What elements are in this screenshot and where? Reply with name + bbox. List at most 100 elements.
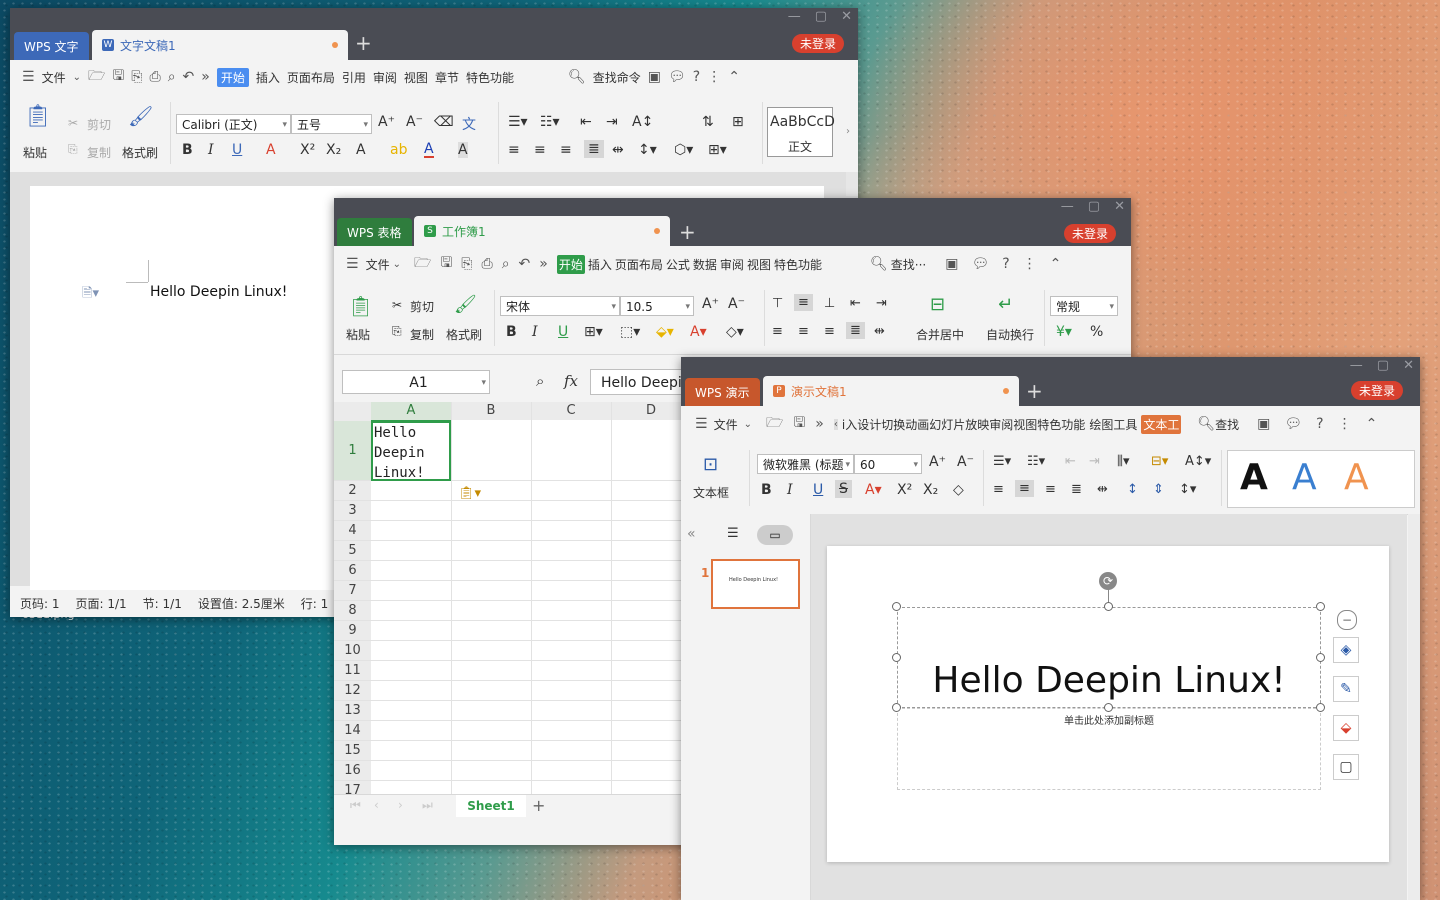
font-size-select[interactable]: 五号 [291, 114, 372, 135]
italic-icon[interactable]: I [208, 142, 214, 158]
close-icon[interactable]: ✕ [1114, 198, 1125, 216]
superscript-icon[interactable]: X² [897, 482, 912, 498]
align-bottom-icon[interactable]: ⊥ [824, 296, 835, 311]
resize-handle[interactable] [1104, 703, 1113, 712]
row-header[interactable]: 4 [334, 521, 371, 541]
close-icon[interactable]: ✕ [841, 8, 852, 26]
italic-icon[interactable]: I [787, 482, 793, 498]
open-icon[interactable]: 🗁 [414, 252, 431, 276]
italic-icon[interactable]: I [532, 324, 538, 340]
sheet-nav-last-icon[interactable]: ⏭ [422, 798, 433, 813]
align-right-icon[interactable]: ≡ [560, 142, 572, 158]
file-menu[interactable]: 文件 [42, 69, 66, 86]
scroll-left-icon[interactable]: ‹ [833, 418, 838, 430]
paste-icon[interactable]: 📋︎ [348, 294, 373, 318]
help-icon[interactable]: ? [693, 69, 700, 85]
font-color-icon[interactable]: A▾ [865, 482, 882, 498]
export-icon[interactable]: ⎘ [461, 256, 472, 272]
open-icon[interactable]: 🗁 [88, 65, 105, 89]
para-spacing-icon[interactable]: ⇕ [1153, 482, 1164, 497]
grow-font-icon[interactable]: A⁺ [929, 454, 946, 470]
wordart-gallery[interactable]: A A A [1227, 450, 1415, 508]
rotate-icon[interactable]: ⟳ [1099, 572, 1117, 590]
chevron-down-icon[interactable]: ⌄ [393, 259, 401, 270]
read-mode-icon[interactable]: ▣ [1257, 416, 1270, 432]
row-header[interactable]: 17 [334, 781, 371, 794]
indent-icon[interactable]: ⇥ [606, 114, 618, 130]
clear-icon[interactable]: ◇▾ [726, 324, 744, 340]
char-shading-icon[interactable]: A [458, 142, 468, 158]
distribute-icon[interactable]: ⇹ [1097, 482, 1108, 497]
save-icon[interactable]: 🖫 [112, 65, 124, 89]
wordart-style-black[interactable]: A [1240, 457, 1268, 498]
line-spacing-icon[interactable]: ↕▾ [638, 142, 657, 158]
wordart-style-blue[interactable]: A [1292, 457, 1317, 498]
open-icon[interactable]: 🗁 [766, 412, 783, 436]
show-marks-icon[interactable]: ⊞ [732, 114, 744, 130]
add-sheet-button[interactable]: + [532, 796, 545, 815]
column-header-c[interactable]: C [531, 402, 611, 420]
collapse-panel-icon[interactable]: « [687, 526, 696, 542]
bullet-list-icon[interactable]: ☰▾ [508, 114, 528, 130]
shading-icon[interactable]: ⬡▾ [674, 142, 693, 158]
save-icon[interactable]: 🖫 [440, 252, 452, 276]
sheet-nav-first-icon[interactable]: ⏮ [350, 798, 361, 813]
underline-icon[interactable]: U [232, 142, 242, 158]
comment-icon[interactable]: 💬︎ [971, 256, 989, 272]
login-button[interactable]: 未登录 [1064, 224, 1117, 243]
grow-font-icon[interactable]: A⁺ [378, 114, 395, 130]
pen-icon[interactable]: ✎ [1333, 676, 1359, 702]
bold-icon[interactable]: B [182, 142, 193, 158]
slide-scrollbar[interactable] [1408, 514, 1420, 900]
paragraph-options-icon[interactable]: 🗎▾ [82, 284, 99, 306]
outdent-icon[interactable]: ⇤ [580, 114, 592, 130]
numbered-list-icon[interactable]: ☷▾ [1027, 454, 1045, 469]
search-command[interactable]: 查找··· [891, 256, 926, 273]
wrap-text-icon[interactable]: ↵ [998, 294, 1013, 315]
comment-icon[interactable]: 💬︎ [1284, 416, 1302, 432]
column-header-b[interactable]: B [451, 402, 531, 420]
paste-icon[interactable]: 📋︎ [24, 104, 52, 129]
fill-icon[interactable]: ⬙ [1333, 715, 1359, 741]
new-tab-button[interactable]: + [355, 33, 372, 53]
highlight-icon[interactable]: ab [390, 142, 407, 158]
copy-button[interactable]: 复制 [87, 144, 111, 161]
border-icon[interactable]: ⊞▾ [708, 142, 727, 158]
superscript-icon[interactable]: X² [300, 142, 315, 158]
sort-icon[interactable]: ⇅ [702, 114, 714, 130]
align-top-icon[interactable]: ⊤ [772, 296, 783, 311]
slide-view-icon[interactable]: ▭ [757, 525, 793, 545]
gallery-scroll-icon[interactable]: › [846, 126, 850, 137]
collapse-icon[interactable]: ⌃ [728, 69, 740, 85]
tab-view[interactable]: 视图 [1013, 416, 1037, 433]
align-right-icon[interactable]: ≡ [824, 324, 835, 339]
layers-icon[interactable]: ◈ [1333, 637, 1359, 663]
align-right-icon[interactable]: ≡ [1045, 482, 1056, 497]
row-header[interactable]: 16 [334, 761, 371, 781]
document-body-text[interactable]: Hello Deepin Linux! [150, 284, 287, 300]
slide-title-text[interactable]: Hello Deepin Linux! [897, 660, 1321, 701]
strikethrough-icon[interactable]: A [266, 142, 276, 158]
more-icon[interactable]: » [539, 256, 548, 272]
shrink-font-icon[interactable]: A⁻ [728, 296, 745, 312]
search-command[interactable]: 查找 [1215, 416, 1239, 433]
numbered-list-icon[interactable]: ☷▾ [540, 114, 560, 130]
row-header[interactable]: 1 [334, 421, 371, 481]
tab-insert[interactable]: 插入 [256, 69, 280, 86]
tab-special[interactable]: 特色功能 [466, 69, 514, 86]
merge-center-icon[interactable]: ⊟ [930, 294, 945, 315]
align-left-icon[interactable]: ≡ [508, 142, 520, 158]
align-middle-icon[interactable]: ≡ [794, 294, 813, 311]
sheet-nav-next-icon[interactable]: › [398, 798, 403, 812]
outdent-icon[interactable]: ⇤ [850, 296, 861, 311]
tab-design[interactable]: 设计 [857, 416, 881, 433]
subscript-icon[interactable]: X₂ [923, 482, 938, 498]
format-painter-icon[interactable]: 🖌︎ [454, 294, 477, 315]
font-color-icon[interactable]: A▾ [690, 324, 707, 340]
align-left-icon[interactable]: ≡ [772, 324, 783, 339]
save-icon[interactable]: 🖫 [793, 412, 805, 436]
row-header[interactable]: 11 [334, 661, 371, 681]
bullet-list-icon[interactable]: ☰▾ [993, 454, 1011, 469]
row-header[interactable]: 13 [334, 701, 371, 721]
help-icon[interactable]: ? [1002, 256, 1009, 272]
